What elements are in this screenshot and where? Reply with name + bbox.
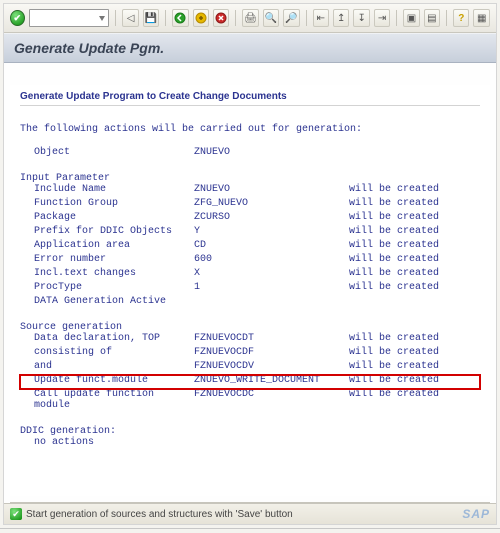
highlighted-row: Update funct.moduleZNUEVO_WRITE_DOCUMENT…: [20, 375, 480, 389]
row-value: FZNUEVOCDT: [194, 333, 349, 347]
content-card: ✔ ◁ 💾 🖨 🔍 🔎 ⇤ ↥ ↧ ⇥ ▣ ▤ ? ▦: [3, 3, 497, 525]
row-label: Application area: [20, 240, 194, 254]
row-status: will be created: [349, 282, 480, 296]
row-label: Update funct.module: [20, 375, 194, 389]
sourcegen-table: Data declaration, TOPFZNUEVOCDTwill be c…: [20, 333, 480, 414]
toolbar-separator: [165, 10, 166, 26]
back-button[interactable]: [172, 9, 188, 27]
row-status: will be created: [349, 333, 480, 347]
horizontal-rule: [20, 105, 480, 106]
prev-page-icon[interactable]: ↥: [333, 9, 349, 27]
row-status: will be created: [349, 268, 480, 282]
row-value: ZFG_NUEVO: [194, 198, 349, 212]
back-icon[interactable]: ◁: [122, 9, 138, 27]
toolbar-separator: [115, 10, 116, 26]
enter-icon[interactable]: ✔: [10, 10, 25, 26]
ddic-line: no actions: [20, 437, 194, 451]
find-next-icon[interactable]: 🔎: [283, 9, 299, 27]
row-status: [349, 296, 480, 310]
check-icon: ✔: [10, 508, 22, 520]
print-icon[interactable]: 🖨: [242, 9, 258, 27]
row-label: Include Name: [20, 184, 194, 198]
section-heading-input: Input Parameter: [20, 173, 480, 184]
row-value: 600: [194, 254, 349, 268]
row-status: will be created: [349, 361, 480, 375]
toolbar-separator: [235, 10, 236, 26]
generate-shortcut-icon[interactable]: ▤: [424, 9, 440, 27]
report-area: Generate Update Program to Create Change…: [10, 85, 490, 496]
brand-logo: SAP: [462, 507, 490, 521]
save-icon[interactable]: 💾: [143, 9, 159, 27]
row-label: Prefix for DDIC Objects: [20, 226, 194, 240]
app-toolbar: ✔ ◁ 💾 🖨 🔍 🔎 ⇤ ↥ ↧ ⇥ ▣ ▤ ? ▦: [4, 4, 496, 33]
row-status: will be created: [349, 347, 480, 361]
row-status: will be created: [349, 375, 480, 389]
title-band: Generate Update Pgm.: [4, 33, 496, 63]
row-value: ZCURSO: [194, 212, 349, 226]
status-message: Start generation of sources and structur…: [26, 509, 293, 520]
status-bar: ✔ Start generation of sources and struct…: [4, 503, 496, 524]
cancel-button[interactable]: [213, 9, 229, 27]
row-label: and: [20, 361, 194, 375]
row-label: ProcType: [20, 282, 194, 296]
row-value: X: [194, 268, 349, 282]
row-value: FZNUEVOCDC: [194, 389, 349, 414]
first-page-icon[interactable]: ⇤: [313, 9, 329, 27]
object-label: Object: [20, 147, 194, 161]
row-value: ZNUEVO_WRITE_DOCUMENT: [194, 375, 349, 389]
row-label: Package: [20, 212, 194, 226]
row-value: ZNUEVO: [194, 184, 349, 198]
page-title: Generate Update Pgm.: [14, 40, 486, 56]
object-table: Object ZNUEVO: [20, 147, 480, 161]
find-icon[interactable]: 🔍: [263, 9, 279, 27]
section-heading-ddic: DDIC generation:: [20, 426, 480, 437]
row-label: DATA Generation Active: [20, 296, 194, 310]
exit-button[interactable]: [193, 9, 209, 27]
customize-layout-icon[interactable]: ▦: [473, 9, 489, 27]
object-value: ZNUEVO: [194, 147, 349, 161]
row-value: FZNUEVOCDF: [194, 347, 349, 361]
row-status: will be created: [349, 389, 480, 414]
sap-window: ✔ ◁ 💾 🖨 🔍 🔎 ⇤ ↥ ↧ ⇥ ▣ ▤ ? ▦: [0, 3, 500, 529]
row-value: CD: [194, 240, 349, 254]
row-label: Call update function module: [20, 389, 194, 414]
row-status: will be created: [349, 198, 480, 212]
toolbar-separator: [446, 10, 447, 26]
row-label: Function Group: [20, 198, 194, 212]
row-status: will be created: [349, 254, 480, 268]
next-page-icon[interactable]: ↧: [353, 9, 369, 27]
command-field[interactable]: [29, 9, 110, 27]
last-page-icon[interactable]: ⇥: [374, 9, 390, 27]
row-value: Y: [194, 226, 349, 240]
row-value: [194, 296, 349, 310]
row-value: 1: [194, 282, 349, 296]
toolbar-separator: [396, 10, 397, 26]
chevron-down-icon: [99, 16, 105, 21]
row-value: FZNUEVOCDV: [194, 361, 349, 375]
help-icon[interactable]: ?: [453, 9, 469, 27]
row-status: will be created: [349, 240, 480, 254]
report-subtitle: Generate Update Program to Create Change…: [20, 85, 480, 105]
new-session-icon[interactable]: ▣: [403, 9, 419, 27]
row-label: Error number: [20, 254, 194, 268]
toolbar-separator: [306, 10, 307, 26]
row-label: Data declaration, TOP: [20, 333, 194, 347]
section-heading-sourcegen: Source generation: [20, 322, 480, 333]
row-status: will be created: [349, 184, 480, 198]
row-label: consisting of: [20, 347, 194, 361]
row-status: will be created: [349, 212, 480, 226]
input-param-table: Include NameZNUEVOwill be created Functi…: [20, 184, 480, 310]
row-status: will be created: [349, 226, 480, 240]
intro-line: The following actions will be carried ou…: [20, 124, 480, 135]
row-label: Incl.text changes: [20, 268, 194, 282]
ddic-table: no actions: [20, 437, 480, 451]
